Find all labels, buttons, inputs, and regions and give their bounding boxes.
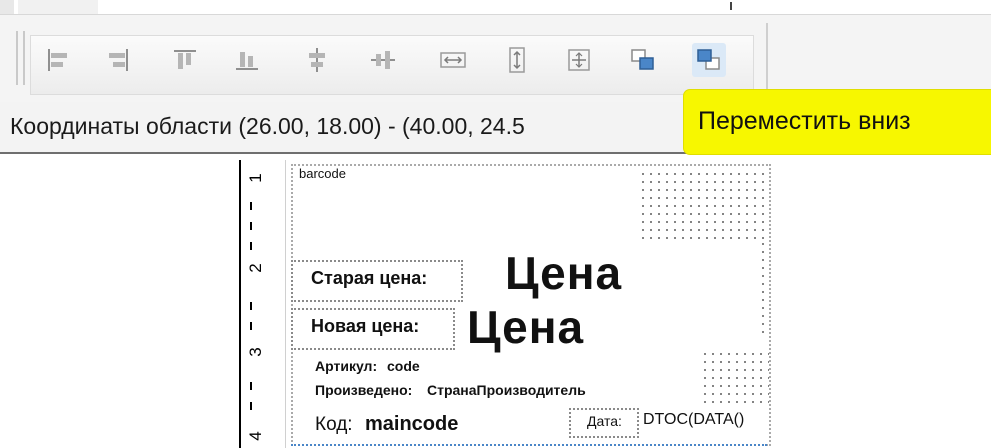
ruler-tick [250,302,252,310]
barcode-field[interactable]: barcode [299,166,346,181]
align-top-button[interactable] [168,43,202,77]
vertical-ruler: 1 2 3 4 [219,160,286,448]
grid-strip [759,240,769,336]
ruler-tick [250,242,252,250]
ruler-tick [250,202,252,210]
align-center-horizontal-button[interactable] [366,43,400,77]
ruler-tick [250,222,252,230]
tooltip-text: Переместить вниз [698,107,911,135]
barcode-grid [639,170,769,240]
article-value[interactable]: code [387,358,420,374]
move-center-button[interactable] [562,43,596,77]
top-tick [730,2,732,10]
equal-width-icon [440,52,466,68]
code-value[interactable]: maincode [365,413,458,436]
equal-height-button[interactable] [500,43,534,77]
align-center-vertical-icon [309,48,325,72]
equal-height-icon [509,47,525,73]
ruler-tick [250,382,252,390]
send-to-back-icon [697,49,720,70]
top-block [0,0,14,14]
produced-label: Произведено: [315,382,413,398]
align-right-button[interactable] [102,43,136,77]
old-price-label: Старая цена: [311,268,428,288]
align-center-vertical-button[interactable] [300,43,334,77]
new-price-label: Новая цена: [311,316,420,336]
ruler-label: 1 [246,173,265,183]
selection-line [291,444,767,446]
ruler-label: 4 [246,431,265,441]
bring-to-front-button[interactable] [626,43,660,77]
align-center-horizontal-icon [371,51,395,69]
bring-to-front-icon [631,49,654,70]
old-price-value[interactable]: Цена [505,246,622,300]
report-canvas: barcode Старая цена: Цена Новая цена: Це… [287,160,807,448]
top-strip [0,0,991,14]
toolbar-separator [766,23,768,93]
date-label: Дата: [587,413,622,429]
move-center-icon [568,49,590,71]
area-coordinates-text: Координаты области (26.00, 18.00) - (40.… [10,113,525,139]
send-to-back-button[interactable] [692,43,726,77]
ruler-label: 2 [246,263,265,273]
ruler-line [239,160,241,448]
equal-width-button[interactable] [436,43,470,77]
ruler-label: 3 [246,347,265,357]
new-price-value[interactable]: Цена [467,300,584,354]
align-bottom-button[interactable] [230,43,264,77]
align-left-icon [48,49,67,71]
tooltip: Переместить вниз [684,90,991,154]
article-label: Артикул: [315,358,378,374]
date-value[interactable]: DTOC(DATA() [643,411,744,429]
produced-value[interactable]: СтранаПроизводитель [427,382,586,398]
align-left-button[interactable] [40,43,74,77]
align-bottom-icon [236,52,258,70]
align-right-icon [109,49,128,71]
ruler-tick [250,322,252,330]
top-block [18,0,98,14]
code-label: Код: [315,414,353,435]
grid-block [701,350,769,406]
toolbar-grip[interactable] [16,31,25,85]
align-top-icon [174,50,196,69]
ruler-tick [250,402,252,410]
